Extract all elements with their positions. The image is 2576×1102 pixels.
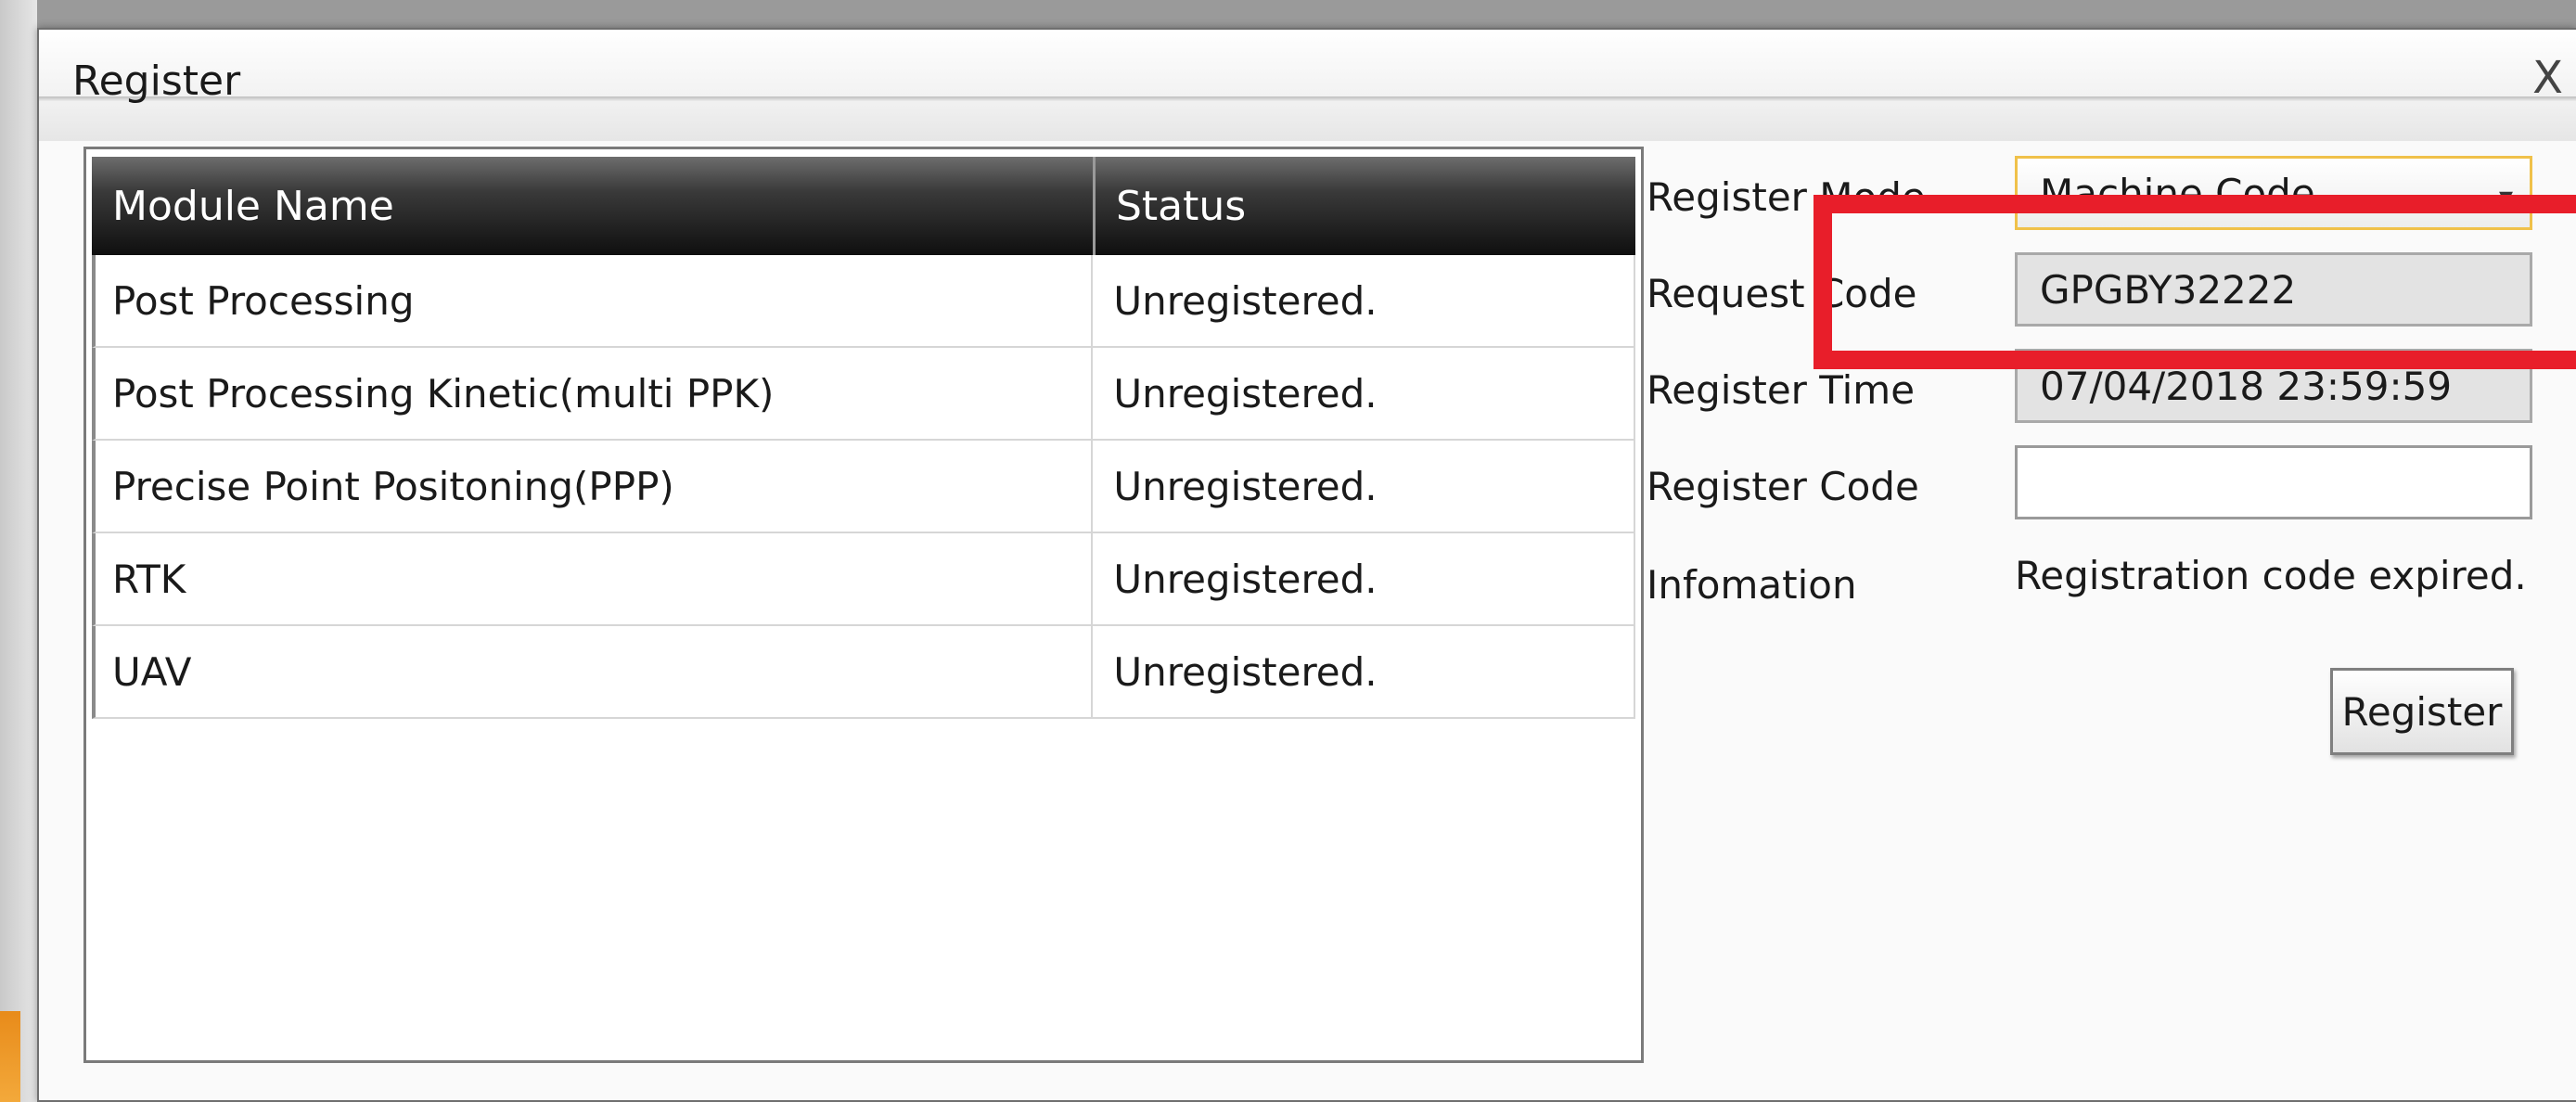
module-name-cell: Precise Point Positoning(PPP) <box>96 441 1094 532</box>
table-row[interactable]: Post Processing Unregistered. <box>92 255 1635 348</box>
table-row[interactable]: Precise Point Positoning(PPP) Unregister… <box>92 441 1635 533</box>
module-status-cell: Unregistered. <box>1093 441 1635 532</box>
module-name-cell: RTK <box>96 533 1094 624</box>
register-code-input[interactable] <box>2015 445 2532 519</box>
register-mode-value: Machine Code <box>2040 170 2315 216</box>
title-divider <box>39 96 2576 102</box>
module-status-cell: Unregistered. <box>1093 348 1635 439</box>
background-window-edge <box>0 0 37 1102</box>
module-name-cell: Post Processing Kinetic(multi PPK) <box>96 348 1094 439</box>
table-row[interactable]: UAV Unregistered. <box>92 626 1635 719</box>
module-status-cell: Unregistered. <box>1093 533 1635 624</box>
taskbar-sliver <box>0 1011 20 1102</box>
module-name-cell: UAV <box>96 626 1094 717</box>
table-header: Module Name Status <box>92 157 1635 255</box>
module-status-cell: Unregistered. <box>1093 626 1635 717</box>
close-icon[interactable]: X <box>2532 52 2563 104</box>
column-header-status[interactable]: Status <box>1096 157 1635 255</box>
dialog-titlebar: Register X <box>39 30 2576 141</box>
column-header-module-name[interactable]: Module Name <box>92 157 1096 255</box>
module-status-cell: Unregistered. <box>1093 255 1635 346</box>
table-body: Post Processing Unregistered. Post Proce… <box>92 255 1635 719</box>
dialog-title: Register <box>72 58 241 105</box>
modules-table: Module Name Status Post Processing Unreg… <box>83 147 1644 1063</box>
register-button[interactable]: Register <box>2330 668 2514 755</box>
table-row[interactable]: RTK Unregistered. <box>92 533 1635 626</box>
chevron-down-icon: ▾ <box>2498 181 2513 213</box>
table-row[interactable]: Post Processing Kinetic(multi PPK) Unreg… <box>92 348 1635 441</box>
register-mode-select[interactable]: Machine Code ▾ <box>2015 156 2532 230</box>
module-name-cell: Post Processing <box>96 255 1094 346</box>
